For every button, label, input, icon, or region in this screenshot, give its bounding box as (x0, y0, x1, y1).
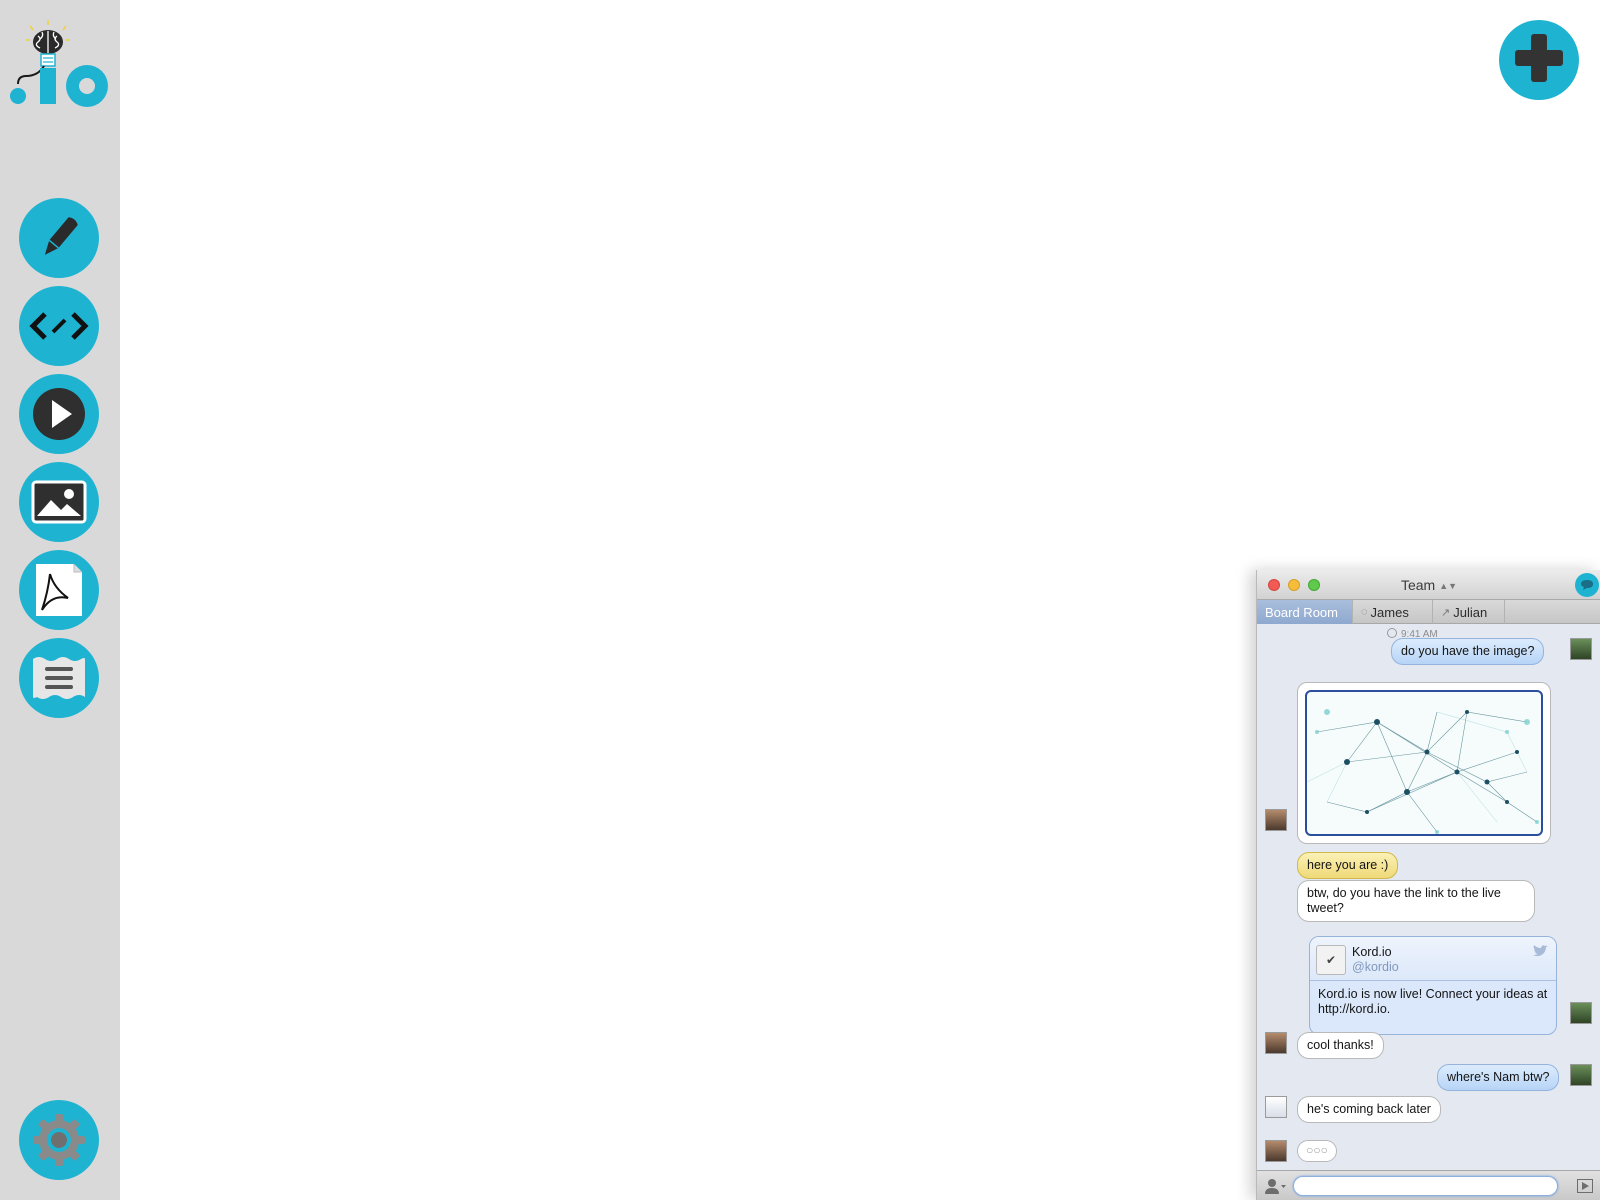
chat-tab-bar: Board Room ◌ James ↗ Julian (1257, 600, 1600, 624)
message-outgoing: where's Nam btw? (1437, 1064, 1560, 1091)
pen-tool-button[interactable] (19, 198, 99, 278)
tweet-header: ✔ Kord.io @kordio (1310, 937, 1556, 981)
image-icon (31, 480, 87, 524)
message-highlighted: here you are :) (1297, 852, 1399, 879)
avatar (1570, 1064, 1592, 1086)
clock-icon (1387, 628, 1397, 638)
network-graph-image (1305, 690, 1543, 836)
plus-icon (1511, 30, 1567, 91)
message-outgoing: do you have the image? (1391, 638, 1545, 665)
settings-button[interactable] (19, 1100, 99, 1180)
chat-title: Team (1400, 577, 1436, 593)
message-incoming: btw, do you have the link to the live tw… (1297, 880, 1535, 922)
chat-bubble-icon[interactable] (1575, 573, 1599, 597)
avatar (1265, 1032, 1287, 1054)
text-lines-icon (29, 653, 89, 703)
activity-icon: ↗ (1441, 606, 1451, 619)
avatar (1265, 1140, 1287, 1162)
typing-indicator: ○○○ (1297, 1140, 1337, 1162)
tweet-name: Kord.io (1352, 945, 1392, 959)
tweet-text: Kord.io is now live! Connect your ideas … (1318, 987, 1548, 1016)
chat-titlebar: Team ▲▼ (1257, 570, 1600, 600)
pdf-icon (34, 562, 84, 618)
message-input[interactable] (1293, 1176, 1558, 1196)
message-incoming: cool thanks! (1297, 1032, 1384, 1059)
chat-title-selector[interactable]: Team ▲▼ (1257, 577, 1600, 593)
image-message[interactable] (1297, 682, 1551, 844)
chat-window: Team ▲▼ Board Room ◌ James ↗ Julian 9:41 … (1256, 570, 1600, 1200)
avatar (1570, 638, 1592, 660)
tool-sidebar (0, 0, 120, 1200)
video-tool-button[interactable] (19, 374, 99, 454)
code-tool-button[interactable] (19, 286, 99, 366)
speech-bubble-icon: ◌ (1361, 606, 1368, 618)
gear-icon (29, 1110, 89, 1170)
tweet-handle[interactable]: @kordio (1352, 960, 1399, 974)
send-media-icon[interactable] (1577, 1179, 1593, 1198)
message-incoming: he's coming back later (1297, 1096, 1441, 1123)
person-icon[interactable] (1265, 1178, 1287, 1199)
tab-label: James (1370, 604, 1409, 620)
app-logo (8, 18, 112, 108)
code-icon (29, 306, 89, 346)
tab-julian[interactable]: ↗ Julian (1433, 600, 1505, 624)
tab-james[interactable]: ◌ James (1353, 600, 1433, 624)
chat-input-bar (1257, 1170, 1600, 1200)
avatar (1265, 809, 1287, 831)
avatar (1570, 1002, 1592, 1024)
pdf-tool-button[interactable] (19, 550, 99, 630)
text-tool-button[interactable] (19, 638, 99, 718)
add-button[interactable] (1499, 20, 1579, 100)
updown-arrows-icon: ▲▼ (1439, 581, 1458, 591)
tweet-card[interactable]: ✔ Kord.io @kordio Kord.io is now live! C… (1309, 936, 1557, 1035)
tab-board-room[interactable]: Board Room (1257, 600, 1353, 624)
play-icon (31, 386, 87, 442)
tab-label: Julian (1453, 604, 1488, 620)
pen-icon (31, 210, 87, 266)
image-tool-button[interactable] (19, 462, 99, 542)
tab-label: Board Room (1265, 604, 1338, 620)
avatar (1265, 1096, 1287, 1118)
tweet-avatar: ✔ (1316, 945, 1346, 975)
twitter-bird-icon (1532, 944, 1548, 962)
